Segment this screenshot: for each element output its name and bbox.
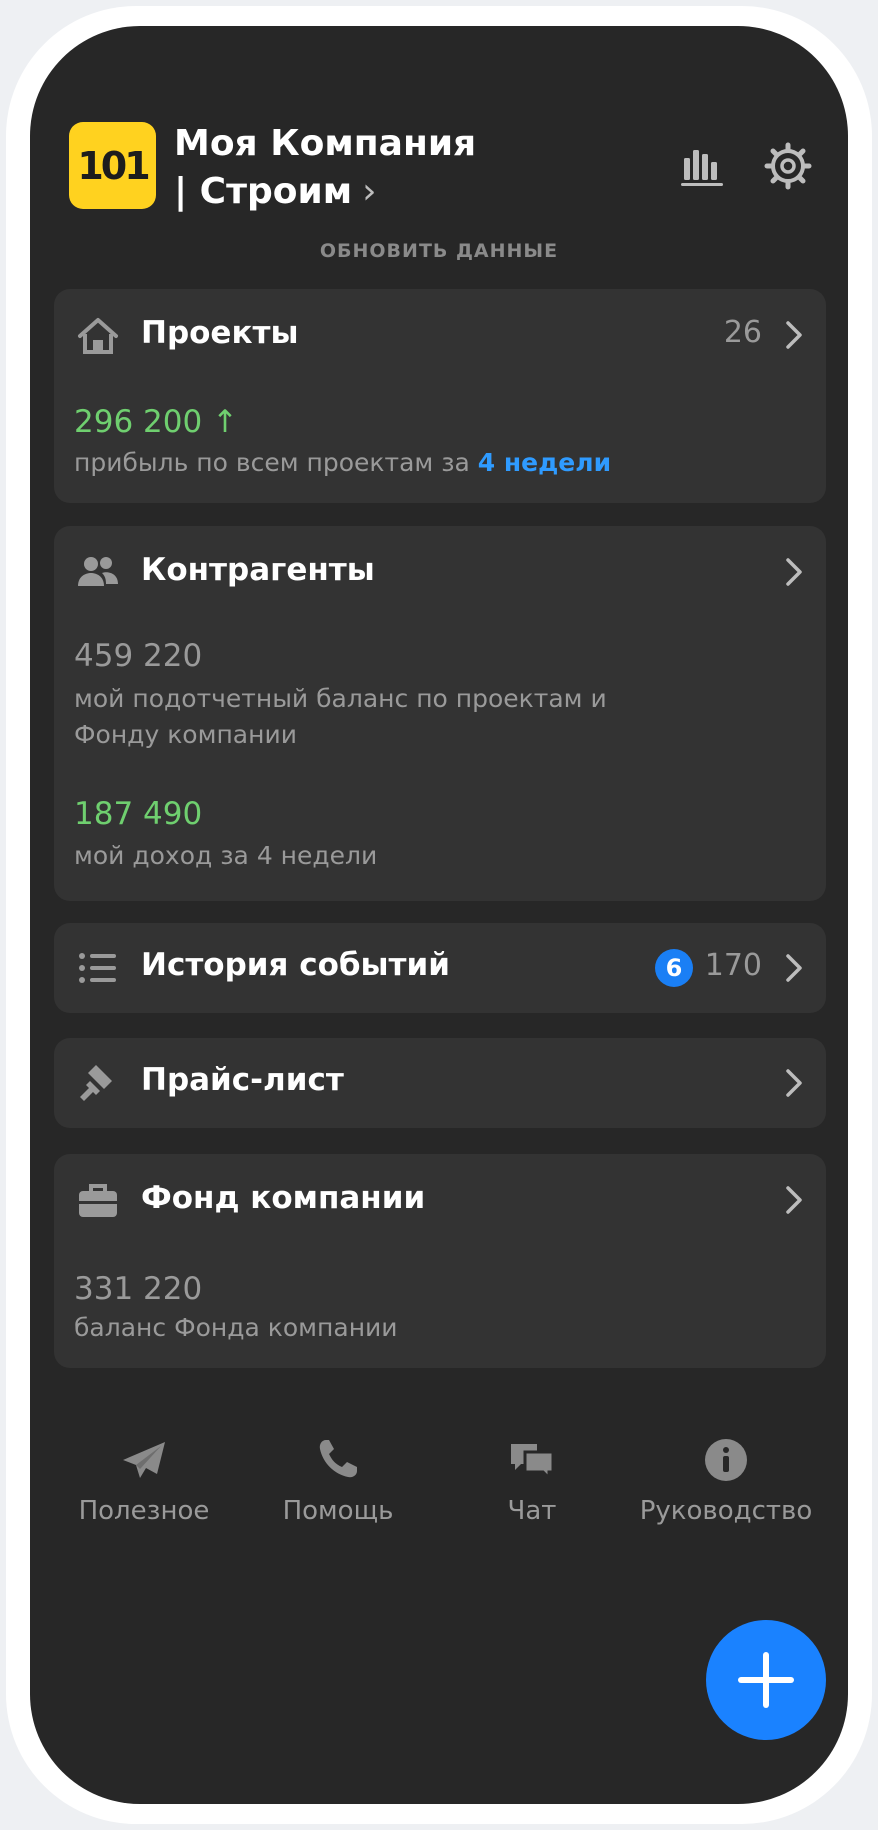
phone-icon bbox=[319, 1440, 357, 1478]
stats-icon[interactable] bbox=[678, 142, 726, 190]
app-screen: 101 Моя Компания | Строим › ОБНОВИТЬ ДАНН… bbox=[30, 26, 848, 1804]
plus-icon bbox=[738, 1652, 794, 1708]
nav-chat[interactable]: Чат bbox=[442, 1436, 622, 1526]
chevron-right-icon bbox=[786, 558, 802, 586]
projects-profit-caption: прибыль по всем проектам за 4 недели bbox=[74, 448, 612, 477]
arrow-up-icon: ↑ bbox=[212, 404, 239, 440]
projects-profit-value: 296 200 ↑ bbox=[74, 404, 239, 440]
add-button[interactable] bbox=[706, 1620, 826, 1740]
company-name: Моя Компания bbox=[174, 123, 477, 164]
chevron-right-icon: › bbox=[362, 171, 377, 212]
chevron-right-icon bbox=[786, 321, 802, 349]
nav-useful[interactable]: Полезное bbox=[54, 1436, 234, 1526]
period-link[interactable]: 4 недели bbox=[478, 448, 611, 477]
company-subtitle: | Строим bbox=[174, 171, 353, 212]
chevron-right-icon bbox=[786, 954, 802, 982]
list-icon bbox=[79, 953, 116, 983]
fund-card[interactable]: Фонд компании 331 220 баланс Фонда компа… bbox=[54, 1154, 826, 1368]
home-icon bbox=[78, 318, 118, 354]
projects-card[interactable]: Проекты 26 296 200 ↑ прибыль по всем про… bbox=[54, 289, 826, 503]
chevron-right-icon bbox=[786, 1186, 802, 1214]
chat-bubbles-icon bbox=[511, 1444, 555, 1482]
chevron-right-icon bbox=[786, 1069, 802, 1097]
users-icon bbox=[78, 557, 118, 586]
company-logo[interactable]: 101 bbox=[69, 122, 156, 209]
projects-title: Проекты bbox=[141, 315, 299, 351]
history-card[interactable]: История событий 6 170 bbox=[54, 923, 826, 1013]
balance-value: 459 220 bbox=[74, 638, 203, 674]
settings-icon[interactable] bbox=[764, 142, 812, 190]
history-title: История событий bbox=[141, 947, 450, 983]
contractors-title: Контрагенты bbox=[141, 552, 375, 588]
paper-plane-icon bbox=[123, 1442, 165, 1478]
fund-balance-value: 331 220 bbox=[74, 1271, 203, 1307]
projects-count: 26 bbox=[723, 315, 762, 350]
income-value: 187 490 bbox=[74, 796, 203, 832]
pricelist-title: Прайс-лист bbox=[141, 1062, 344, 1098]
balance-caption: мой подотчетный баланс по проектам и Фон… bbox=[74, 684, 607, 749]
company-selector[interactable]: Моя Компания | Строим › bbox=[174, 120, 476, 216]
info-icon bbox=[705, 1439, 747, 1481]
history-count: 170 bbox=[704, 948, 762, 983]
fund-title: Фонд компании bbox=[141, 1180, 426, 1216]
briefcase-icon bbox=[79, 1184, 117, 1217]
fund-balance-caption: баланс Фонда компании bbox=[74, 1313, 398, 1342]
refresh-data-button[interactable]: ОБНОВИТЬ ДАННЫЕ bbox=[30, 240, 848, 262]
income-caption: мой доход за 4 недели bbox=[74, 841, 378, 870]
pricelist-card[interactable]: Прайс-лист bbox=[54, 1038, 826, 1128]
nav-help[interactable]: Помощь bbox=[248, 1436, 428, 1526]
paint-roller-icon bbox=[80, 1065, 112, 1101]
nav-guide[interactable]: Руководство bbox=[636, 1436, 816, 1526]
unread-badge: 6 bbox=[655, 949, 693, 987]
contractors-card[interactable]: Контрагенты 459 220 мой подотчетный бала… bbox=[54, 526, 826, 901]
